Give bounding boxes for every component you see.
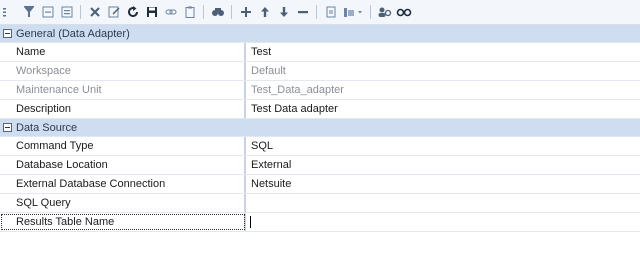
- toolbar-separator: [231, 5, 232, 19]
- property-toolbar: [0, 0, 640, 25]
- section-header-general[interactable]: General (Data Adapter): [0, 25, 640, 43]
- property-label: External Database Connection: [0, 175, 246, 193]
- property-value: Default: [251, 65, 286, 77]
- remove-button[interactable]: [293, 0, 312, 24]
- property-value: Test_Data_adapter: [251, 84, 344, 96]
- edit-button[interactable]: [104, 0, 123, 24]
- refresh-button[interactable]: [123, 0, 142, 24]
- add-button[interactable]: [236, 0, 255, 24]
- view-dropdown-icon: [342, 5, 364, 19]
- property-label: Command Type: [0, 137, 246, 155]
- property-label: Description: [0, 100, 246, 118]
- find-icon: [211, 5, 225, 19]
- delete-icon: [88, 5, 102, 19]
- move-up-icon: [258, 5, 272, 19]
- collapse-toggle-icon[interactable]: [3, 29, 12, 38]
- property-row-database-location[interactable]: Database Location External: [0, 156, 640, 175]
- section-title: General (Data Adapter): [16, 27, 130, 40]
- toolbar-separator: [203, 5, 204, 19]
- clipboard-button[interactable]: [180, 0, 199, 24]
- property-label: Name: [0, 43, 246, 61]
- property-row-description[interactable]: Description Test Data adapter: [0, 100, 640, 119]
- property-value[interactable]: Netsuite: [246, 175, 640, 193]
- save-button[interactable]: [142, 0, 161, 24]
- link-icon: [164, 5, 178, 19]
- glasses-icon: [396, 5, 412, 19]
- view-dropdown-button[interactable]: [340, 0, 366, 24]
- text-cursor: [250, 216, 251, 228]
- property-label: Results Table Name: [0, 213, 246, 231]
- property-value[interactable]: Test Data adapter: [246, 100, 640, 118]
- property-row-command-type[interactable]: Command Type SQL: [0, 137, 640, 156]
- toolbar-separator: [370, 5, 371, 19]
- property-value[interactable]: External: [246, 156, 640, 174]
- find-button[interactable]: [208, 0, 227, 24]
- property-value-input[interactable]: [246, 213, 640, 231]
- section-title: Data Source: [16, 121, 78, 134]
- clipboard-icon: [183, 5, 197, 19]
- collapse-toggle-icon[interactable]: [3, 123, 12, 132]
- property-label: Database Location: [0, 156, 246, 174]
- save-icon: [145, 5, 159, 19]
- toolbar-separator: [316, 5, 317, 19]
- filter-button[interactable]: [19, 0, 38, 24]
- filter-icon: [22, 5, 36, 19]
- expand-all-icon: [60, 5, 74, 19]
- partial-filter-icon: [2, 5, 17, 19]
- collapse-all-icon: [41, 5, 55, 19]
- remove-icon: [296, 5, 310, 19]
- move-down-button[interactable]: [274, 0, 293, 24]
- collapse-all-button[interactable]: [38, 0, 57, 24]
- toolbar-separator: [80, 5, 81, 19]
- glasses-button[interactable]: [394, 0, 413, 24]
- move-up-button[interactable]: [255, 0, 274, 24]
- users-search-icon: [377, 5, 393, 19]
- property-label: Maintenance Unit: [0, 81, 246, 99]
- delete-button[interactable]: [85, 0, 104, 24]
- property-label: SQL Query: [0, 194, 246, 212]
- expand-all-button[interactable]: [57, 0, 76, 24]
- move-down-icon: [277, 5, 291, 19]
- property-value[interactable]: SQL: [246, 137, 640, 155]
- property-value[interactable]: [246, 194, 640, 212]
- refresh-icon: [126, 5, 140, 19]
- property-row-sql-query[interactable]: SQL Query: [0, 194, 640, 213]
- property-row-results-table-name[interactable]: Results Table Name: [0, 213, 640, 232]
- property-row-name[interactable]: Name Test: [0, 43, 640, 62]
- edit-icon: [107, 5, 121, 19]
- document-icon: [324, 5, 338, 19]
- partial-filter-button[interactable]: [0, 0, 19, 24]
- property-row-external-db-connection[interactable]: External Database Connection Netsuite: [0, 175, 640, 194]
- users-search-button[interactable]: [375, 0, 394, 24]
- property-grid: General (Data Adapter) Name Test Workspa…: [0, 25, 640, 232]
- property-row-maintenance-unit[interactable]: Maintenance Unit Test_Data_adapter: [0, 81, 640, 100]
- property-row-workspace[interactable]: Workspace Default: [0, 62, 640, 81]
- document-button[interactable]: [321, 0, 340, 24]
- link-button[interactable]: [161, 0, 180, 24]
- property-label: Workspace: [0, 62, 246, 80]
- add-icon: [239, 5, 253, 19]
- section-header-data-source[interactable]: Data Source: [0, 119, 640, 137]
- property-value[interactable]: Test: [246, 43, 640, 61]
